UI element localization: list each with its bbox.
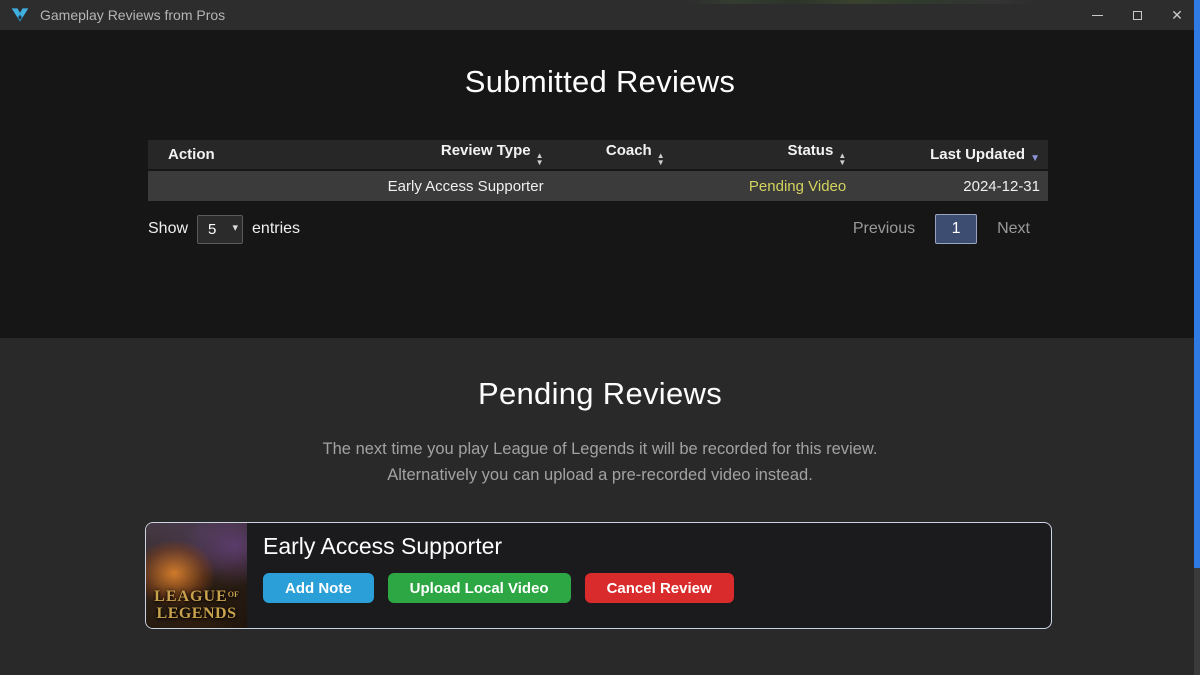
cell-review-type: Early Access Supporter (350, 170, 552, 201)
cell-coach (552, 170, 673, 201)
next-page-button[interactable]: Next (997, 220, 1030, 238)
column-header-status[interactable]: Status▲▼ (673, 140, 855, 170)
pagination: Previous 1 Next (853, 214, 1030, 244)
column-header-last-updated[interactable]: Last Updated▼ (854, 140, 1048, 170)
scrollbar-track (1194, 0, 1200, 675)
scrollbar-thumb[interactable] (1194, 0, 1200, 568)
league-of-legends-thumbnail: LEAGUEOF LEGENDS (146, 523, 247, 628)
minimize-button[interactable] (1088, 6, 1106, 24)
entries-label: entries (252, 220, 300, 238)
pending-reviews-heading: Pending Reviews (0, 338, 1200, 412)
submitted-reviews-section: Submitted Reviews Action Review Type▲▼ C… (0, 30, 1200, 338)
pending-description-line1: The next time you play League of Legends… (0, 436, 1200, 462)
cancel-review-button[interactable]: Cancel Review (585, 573, 734, 603)
sort-both-icon: ▲▼ (536, 153, 544, 167)
upload-local-video-button[interactable]: Upload Local Video (388, 573, 571, 603)
current-page-button[interactable]: 1 (935, 214, 977, 244)
table-header-row: Action Review Type▲▼ Coach▲▼ Status▲▼ La… (148, 140, 1048, 170)
column-header-review-type[interactable]: Review Type▲▼ (350, 140, 552, 170)
column-header-action[interactable]: Action (148, 140, 350, 170)
sort-desc-icon: ▼ (1030, 153, 1040, 164)
page-size-select[interactable]: 5 (197, 215, 243, 244)
pending-description: The next time you play League of Legends… (0, 436, 1200, 488)
league-of-legends-logo: LEAGUEOF LEGENDS (146, 586, 247, 622)
show-label: Show (148, 220, 188, 238)
title-bar: Gameplay Reviews from Pros ✕ (0, 0, 1200, 30)
submitted-reviews-heading: Submitted Reviews (0, 30, 1200, 100)
pending-description-line2: Alternatively you can upload a pre-recor… (0, 462, 1200, 488)
app-logo-icon (10, 6, 30, 24)
background-sliver (690, 0, 1035, 4)
reviews-table: Action Review Type▲▼ Coach▲▼ Status▲▼ La… (148, 140, 1048, 201)
pending-reviews-section: Pending Reviews The next time you play L… (0, 338, 1200, 675)
pending-review-card: LEAGUEOF LEGENDS Early Access Supporter … (145, 522, 1052, 629)
cell-last-updated: 2024-12-31 (854, 170, 1048, 201)
sort-both-icon: ▲▼ (838, 153, 846, 167)
page-size-control: Show 5 ▾ entries (148, 215, 300, 244)
column-header-coach[interactable]: Coach▲▼ (552, 140, 673, 170)
add-note-button[interactable]: Add Note (263, 573, 374, 603)
table-row[interactable]: Early Access Supporter Pending Video 202… (148, 170, 1048, 201)
card-title: Early Access Supporter (263, 533, 1051, 560)
close-button[interactable]: ✕ (1168, 6, 1186, 24)
cell-action (148, 170, 350, 201)
cell-status: Pending Video (673, 170, 855, 201)
maximize-button[interactable] (1128, 6, 1146, 24)
previous-page-button[interactable]: Previous (853, 220, 915, 238)
sort-both-icon: ▲▼ (657, 153, 665, 167)
window-title: Gameplay Reviews from Pros (40, 7, 225, 23)
